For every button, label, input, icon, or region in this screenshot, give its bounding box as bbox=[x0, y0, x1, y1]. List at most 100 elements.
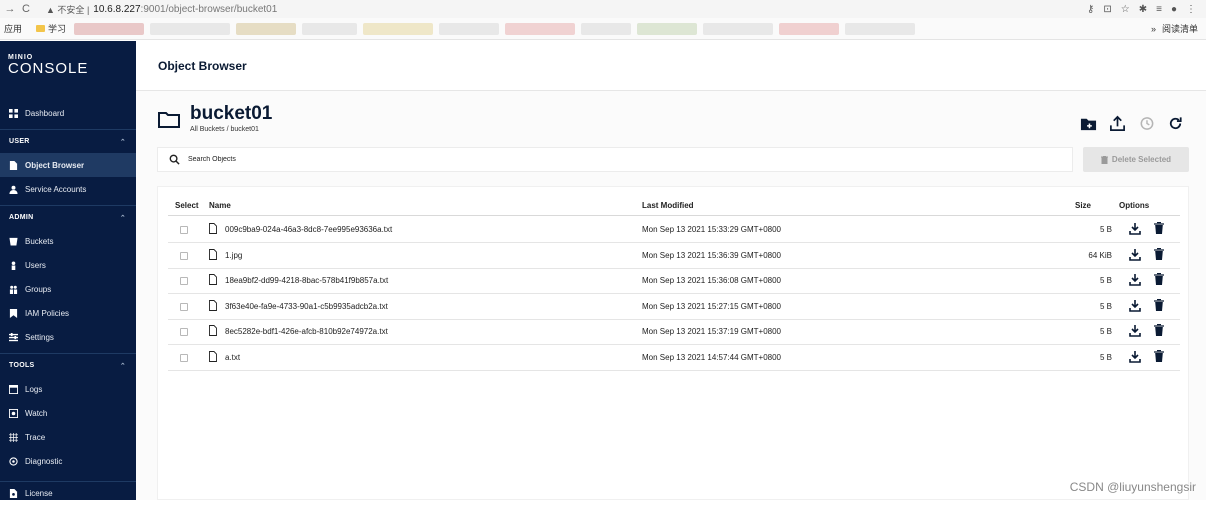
object-name[interactable]: 009c9ba9-024a-46a3-8dc8-7ee995e93636a.tx… bbox=[225, 225, 392, 234]
bookmark-items-redacted bbox=[74, 22, 1151, 35]
section-label: USER bbox=[9, 138, 30, 145]
table-row[interactable]: 1.jpg Mon Sep 13 2021 15:36:39 GMT+0800 64… bbox=[168, 243, 1180, 269]
profile-avatar[interactable]: ● bbox=[1171, 4, 1177, 15]
section-tools[interactable]: TOOLS ⌃ bbox=[0, 353, 136, 377]
object-name[interactable]: a.txt bbox=[225, 353, 240, 362]
object-name[interactable]: 3f63e40e-fa9e-4733-90a1-c5b9935adcb2a.tx… bbox=[225, 302, 388, 311]
reading-list[interactable]: » 阅读清单 bbox=[1151, 22, 1206, 35]
row-checkbox[interactable] bbox=[180, 328, 188, 337]
sidebar-label: Watch bbox=[25, 408, 48, 418]
minio-console-logo[interactable]: MINIO CONSOLE bbox=[0, 41, 136, 93]
column-last-modified[interactable]: Last Modified bbox=[642, 201, 694, 210]
sidebar-item-service-accounts[interactable]: Service Accounts bbox=[0, 177, 136, 201]
download-icon[interactable] bbox=[1129, 222, 1141, 235]
trash-icon[interactable] bbox=[1154, 247, 1164, 260]
download-icon[interactable] bbox=[1129, 273, 1141, 286]
trash-icon[interactable] bbox=[1154, 273, 1164, 286]
reload-icon[interactable]: C bbox=[20, 3, 32, 15]
sidebar-item-groups[interactable]: Groups bbox=[0, 277, 136, 301]
download-icon[interactable] bbox=[1129, 324, 1141, 338]
object-last-modified: Mon Sep 13 2021 14:57:44 GMT+0800 bbox=[642, 353, 781, 362]
extension-icon[interactable]: ✱ bbox=[1139, 4, 1147, 15]
table-row[interactable]: 8ec5282e-bdf1-426e-afcb-810b92e74972a.tx… bbox=[168, 319, 1180, 346]
object-last-modified: Mon Sep 13 2021 15:33:29 GMT+0800 bbox=[642, 225, 781, 234]
objects-table: Select Name Last Modified Size Options 0… bbox=[157, 186, 1189, 500]
menu-icon[interactable]: ⋮ bbox=[1186, 4, 1196, 15]
row-checkbox[interactable] bbox=[180, 302, 188, 311]
url-field[interactable]: 10.6.8.227:9001/object-browser/bucket01 bbox=[93, 4, 277, 15]
sidebar-item-diagnostic[interactable]: Diagnostic bbox=[0, 449, 136, 473]
breadcrumb[interactable]: All Buckets / bucket01 bbox=[190, 126, 272, 133]
trash-icon bbox=[1100, 155, 1108, 164]
download-icon[interactable] bbox=[1129, 248, 1141, 261]
row-checkbox[interactable] bbox=[180, 277, 188, 286]
star-icon[interactable]: ☆ bbox=[1121, 4, 1130, 15]
watermark: CSDN @liuyunshengsir bbox=[1069, 480, 1196, 494]
upload-icon[interactable] bbox=[1109, 115, 1126, 132]
back-icon[interactable]: → bbox=[4, 3, 16, 15]
sidebar-item-logs[interactable]: Logs bbox=[0, 377, 136, 401]
watch-icon bbox=[9, 408, 18, 418]
object-name[interactable]: 18ea9bf2-dd99-4218-8bac-578b41f9b857a.tx… bbox=[225, 276, 388, 285]
search-input[interactable] bbox=[188, 156, 488, 163]
sidebar-item-iam-policies[interactable]: IAM Policies bbox=[0, 301, 136, 325]
table-row[interactable]: a.txt Mon Sep 13 2021 14:57:44 GMT+0800 5 … bbox=[168, 345, 1180, 371]
delete-selected-button[interactable]: Delete Selected bbox=[1083, 147, 1189, 172]
download-icon[interactable] bbox=[1129, 350, 1141, 363]
sidebar-label: Diagnostic bbox=[25, 456, 63, 466]
search-bar[interactable] bbox=[157, 147, 1073, 172]
trash-icon[interactable] bbox=[1154, 222, 1164, 234]
dashboard-icon bbox=[9, 108, 18, 118]
bucket-actions bbox=[1080, 115, 1184, 132]
license-icon bbox=[9, 489, 18, 498]
file-icon bbox=[209, 351, 217, 362]
object-size: 5 B bbox=[1099, 353, 1112, 362]
key-icon[interactable]: ⚷ bbox=[1087, 4, 1094, 15]
refresh-icon[interactable] bbox=[1167, 115, 1184, 132]
row-checkbox[interactable] bbox=[180, 251, 188, 260]
bucket-icon bbox=[9, 237, 18, 246]
row-checkbox[interactable] bbox=[180, 226, 188, 234]
trash-icon[interactable] bbox=[1154, 324, 1164, 337]
trash-icon[interactable] bbox=[1154, 350, 1164, 362]
insecure-warning[interactable]: ▲ 不安全 | bbox=[46, 3, 89, 16]
table-row[interactable]: 009c9ba9-024a-46a3-8dc8-7ee995e93636a.tx… bbox=[168, 217, 1180, 243]
column-name[interactable]: Name bbox=[209, 201, 231, 210]
new-folder-icon[interactable] bbox=[1080, 115, 1097, 132]
download-icon[interactable] bbox=[1129, 299, 1141, 312]
sidebar-item-dashboard[interactable]: Dashboard bbox=[0, 101, 136, 125]
translate-icon[interactable]: ⊡ bbox=[1103, 4, 1111, 15]
logo-big-text: CONSOLE bbox=[8, 60, 89, 77]
sidebar-item-settings[interactable]: Settings bbox=[0, 325, 136, 349]
apps-shortcut[interactable]: 应用 bbox=[4, 22, 22, 35]
object-name[interactable]: 1.jpg bbox=[225, 251, 242, 260]
history-icon[interactable] bbox=[1138, 115, 1155, 132]
object-size: 5 B bbox=[1099, 276, 1112, 286]
object-last-modified: Mon Sep 13 2021 15:36:08 GMT+0800 bbox=[642, 276, 781, 286]
object-name[interactable]: 8ec5282e-bdf1-426e-afcb-810b92e74972a.tx… bbox=[225, 327, 388, 336]
sidebar-item-object-browser[interactable]: Object Browser bbox=[0, 153, 136, 177]
table-row[interactable]: 3f63e40e-fa9e-4733-90a1-c5b9935adcb2a.tx… bbox=[168, 294, 1180, 320]
sidebar-label: Groups bbox=[25, 284, 52, 294]
sidebar-label: Trace bbox=[25, 432, 46, 442]
sidebar-label: Users bbox=[25, 260, 46, 270]
trash-icon[interactable] bbox=[1154, 298, 1164, 311]
section-admin[interactable]: ADMIN ⌃ bbox=[0, 205, 136, 229]
column-size[interactable]: Size bbox=[1075, 201, 1091, 210]
sidebar-item-trace[interactable]: Trace bbox=[0, 425, 136, 449]
bookmark-folder-label: 学习 bbox=[48, 24, 67, 34]
sidebar-item-buckets[interactable]: Buckets bbox=[0, 229, 136, 253]
table-row[interactable]: 18ea9bf2-dd99-4218-8bac-578b41f9b857a.tx… bbox=[168, 268, 1180, 295]
chevron-right-icon: » bbox=[1150, 23, 1156, 34]
sidebar-item-watch[interactable]: Watch bbox=[0, 401, 136, 425]
sidebar-item-license[interactable]: License bbox=[0, 481, 136, 505]
column-select: Select bbox=[175, 201, 199, 210]
bookmark-folder-study[interactable]: 学习 bbox=[36, 22, 66, 35]
playlist-icon[interactable]: ≡ bbox=[1156, 4, 1162, 15]
section-user[interactable]: USER ⌃ bbox=[0, 129, 136, 153]
sidebar-item-users[interactable]: Users bbox=[0, 253, 136, 277]
page-title: Object Browser bbox=[158, 58, 247, 73]
folder-icon bbox=[36, 25, 46, 32]
page-header: Object Browser bbox=[136, 41, 1206, 91]
row-checkbox[interactable] bbox=[180, 354, 188, 362]
